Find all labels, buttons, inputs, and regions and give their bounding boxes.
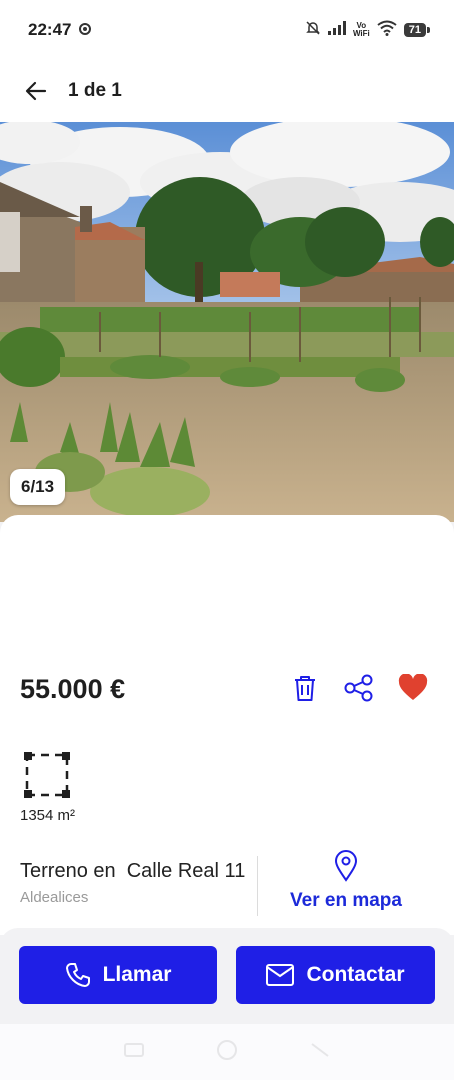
share-button[interactable] [344,672,374,704]
signal-icon [327,20,346,40]
back-button[interactable] [22,77,50,105]
top-nav: 1 de 1 [0,60,454,122]
chrome-icon [79,20,92,40]
share-icon [344,674,373,702]
divider [257,856,258,916]
status-time: 22:47 [28,20,72,39]
vowifi-bottom: WiFi [352,29,370,38]
phone-icon [65,963,90,987]
home-icon[interactable] [216,1039,238,1066]
status-bar: 22:47 Vo WiFi 71 [0,0,454,60]
property-photo[interactable] [0,122,454,522]
map-label: Ver en mapa [290,890,402,911]
trash-icon [295,676,315,701]
heart-icon [398,674,428,700]
price: 55.000 € [20,674,126,704]
recents-icon[interactable] [124,1042,144,1062]
area-value: 1354 m² [20,807,76,824]
arrow-left-icon [25,81,47,101]
photo-counter: 6/13 [10,469,66,505]
area-icon [24,752,70,803]
back-nav-icon[interactable] [310,1042,330,1063]
call-button[interactable]: Llamar [19,946,217,1004]
listing-actions [290,672,428,704]
locality: Aldealices [20,889,89,906]
address-block: Terreno en Calle Real 11 Aldealices [20,860,245,906]
system-nav-bar [0,1024,454,1080]
envelope-icon [266,964,295,986]
vowifi-indicator: Vo WiFi [353,22,370,38]
address: Terreno en Calle Real 11 [20,860,246,882]
delete-button[interactable] [290,672,320,704]
map-pin-icon [334,850,358,882]
contact-button[interactable]: Contactar [236,946,435,1004]
favorite-button[interactable] [398,672,428,704]
battery-indicator: 71 [403,23,431,37]
contact-label: Contactar [306,963,405,986]
wifi-icon [377,20,397,41]
call-label: Llamar [102,963,172,986]
view-on-map-link[interactable]: Ver en mapa [270,850,422,912]
pager-text: 1 de 1 [68,80,122,101]
mute-icon [305,20,321,41]
